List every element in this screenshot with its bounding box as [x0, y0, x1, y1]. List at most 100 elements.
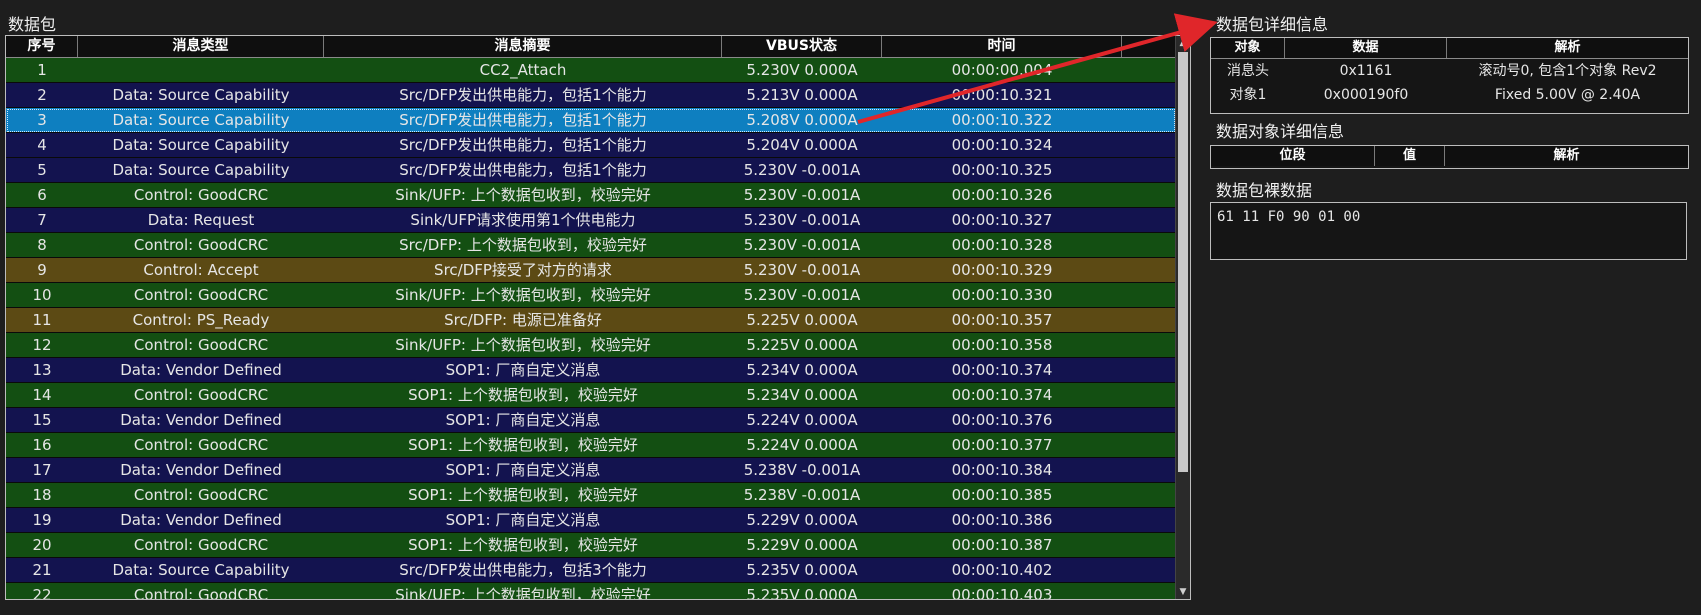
row-time: 00:00:10.322 — [951, 111, 1053, 129]
detail-row[interactable]: 消息头 0x1161 滚动号0, 包含1个对象 Rev2 — [1211, 59, 1688, 83]
row-summary: Sink/UFP: 上个数据包收到，校验完好 — [395, 336, 651, 354]
row-type: Control: GoodCRC — [133, 436, 269, 454]
packet-row[interactable]: 15 Data: Vendor Defined SOP1: 厂商自定义消息 5.224… — [6, 408, 1176, 433]
raw-data-section-title: 数据包裸数据 — [1216, 181, 1313, 200]
row-vbus: 5.224V 0.000A — [746, 436, 858, 454]
column-header-time[interactable]: 时间 — [882, 36, 1122, 57]
object-header-value[interactable]: 值 — [1375, 146, 1445, 166]
packet-row[interactable]: 18 Control: GoodCRC SOP1: 上个数据包收到，校验完好 5.23… — [6, 483, 1176, 508]
row-type: Control: GoodCRC — [133, 536, 269, 554]
row-extra — [1122, 83, 1176, 107]
packet-rows: 1 CC2_Attach 5.230V 0.000A 00:00:00.004 2 Dat… — [6, 58, 1176, 599]
row-summary: Sink/UFP: 上个数据包收到，校验完好 — [395, 186, 651, 204]
row-no: 19 — [32, 511, 52, 529]
row-vbus: 5.235V 0.000A — [746, 586, 858, 599]
packet-row[interactable]: 9 Control: Accept Src/DFP接受了对方的请求 5.230V -0… — [6, 258, 1176, 283]
scroll-thumb[interactable] — [1178, 52, 1188, 472]
column-header-extra[interactable] — [1122, 36, 1176, 57]
packet-row[interactable]: 5 Data: Source Capability Src/DFP发出供电能力，包括… — [6, 158, 1176, 183]
row-time: 00:00:10.384 — [951, 461, 1053, 479]
row-time: 00:00:10.358 — [951, 336, 1053, 354]
row-no: 10 — [32, 286, 52, 304]
packet-row[interactable]: 8 Control: GoodCRC Src/DFP: 上个数据包收到，校验完好 5.… — [6, 233, 1176, 258]
packet-row[interactable]: 17 Data: Vendor Defined SOP1: 厂商自定义消息 5.238… — [6, 458, 1176, 483]
packet-table[interactable]: 序号 消息类型 消息摘要 VBUS状态 时间 1 CC2_Attach 5.230V… — [5, 35, 1191, 600]
detail-object: 对象1 — [1229, 87, 1267, 103]
column-header-no[interactable]: 序号 — [6, 36, 78, 57]
row-time: 00:00:10.329 — [951, 261, 1053, 279]
packet-row[interactable]: 2 Data: Source Capability Src/DFP发出供电能力，包括… — [6, 83, 1176, 108]
vertical-scrollbar[interactable]: ▲ ▼ — [1175, 36, 1190, 599]
row-type: Data: Source Capability — [112, 86, 290, 104]
row-type: Control: GoodCRC — [133, 486, 269, 504]
row-no: 2 — [37, 86, 47, 104]
scroll-down-icon[interactable]: ▼ — [1176, 585, 1190, 599]
row-no: 11 — [32, 311, 52, 329]
packet-row[interactable]: 16 Control: GoodCRC SOP1: 上个数据包收到，校验完好 5.22… — [6, 433, 1176, 458]
object-header-analysis[interactable]: 解析 — [1445, 146, 1688, 166]
row-no: 16 — [32, 436, 52, 454]
row-type: Data: Vendor Defined — [120, 411, 282, 429]
row-vbus: 5.225V 0.000A — [746, 311, 858, 329]
scroll-up-icon[interactable]: ▲ — [1176, 36, 1190, 50]
row-no: 20 — [32, 536, 52, 554]
row-no: 12 — [32, 336, 52, 354]
packet-row[interactable]: 10 Control: GoodCRC Sink/UFP: 上个数据包收到，校验完好… — [6, 283, 1176, 308]
packet-row[interactable]: 14 Control: GoodCRC SOP1: 上个数据包收到，校验完好 5.23… — [6, 383, 1176, 408]
detail-analysis: Fixed 5.00V @ 2.40A — [1494, 87, 1641, 103]
object-detail-table[interactable]: 位段 值 解析 — [1210, 145, 1689, 169]
row-summary: Sink/UFP请求使用第1个供电能力 — [410, 211, 636, 229]
row-no: 7 — [37, 211, 47, 229]
row-time: 00:00:10.374 — [951, 386, 1053, 404]
detail-table-header: 对象 数据 解析 — [1211, 38, 1688, 59]
packet-row[interactable]: 21 Data: Source Capability Src/DFP发出供电能力，包… — [6, 558, 1176, 583]
row-type: Data: Vendor Defined — [120, 361, 282, 379]
detail-table[interactable]: 对象 数据 解析 消息头 0x1161 滚动号0, 包含1个对象 Rev2 对象… — [1210, 37, 1689, 114]
packet-row[interactable]: 4 Data: Source Capability Src/DFP发出供电能力，包括… — [6, 133, 1176, 158]
row-extra — [1122, 308, 1176, 332]
row-type: Data: Source Capability — [112, 136, 290, 154]
packet-row[interactable]: 20 Control: GoodCRC SOP1: 上个数据包收到，校验完好 5.22… — [6, 533, 1176, 558]
packet-row[interactable]: 7 Data: Request Sink/UFP请求使用第1个供电能力 5.230V … — [6, 208, 1176, 233]
row-vbus: 5.213V 0.000A — [746, 86, 858, 104]
packet-row[interactable]: 6 Control: GoodCRC Sink/UFP: 上个数据包收到，校验完好 5… — [6, 183, 1176, 208]
row-extra — [1122, 58, 1176, 82]
row-time: 00:00:10.386 — [951, 511, 1053, 529]
row-extra — [1122, 533, 1176, 557]
packet-row[interactable]: 19 Data: Vendor Defined SOP1: 厂商自定义消息 5.229… — [6, 508, 1176, 533]
row-no: 15 — [32, 411, 52, 429]
detail-header-analysis[interactable]: 解析 — [1447, 38, 1688, 58]
raw-data-box[interactable]: 61 11 F0 90 01 00 — [1210, 202, 1687, 260]
row-type: Control: GoodCRC — [133, 186, 269, 204]
packet-row[interactable]: 3 Data: Source Capability Src/DFP发出供电能力，包括… — [6, 108, 1176, 133]
packet-row[interactable]: 22 Control: GoodCRC Sink/UFP: 上个数据包收到，校验完好… — [6, 583, 1176, 599]
row-vbus: 5.230V -0.001A — [743, 236, 861, 254]
detail-row[interactable]: 对象1 0x000190f0 Fixed 5.00V @ 2.40A — [1211, 83, 1688, 107]
row-time: 00:00:10.328 — [951, 236, 1053, 254]
row-no: 13 — [32, 361, 52, 379]
row-extra — [1122, 333, 1176, 357]
packet-row[interactable]: 1 CC2_Attach 5.230V 0.000A 00:00:00.004 — [6, 58, 1176, 83]
packet-row[interactable]: 11 Control: PS_Ready Src/DFP: 电源已准备好 5.225V… — [6, 308, 1176, 333]
row-summary: SOP1: 厂商自定义消息 — [445, 411, 601, 429]
row-type: Data: Source Capability — [112, 161, 290, 179]
row-type — [78, 58, 324, 82]
column-header-type[interactable]: 消息类型 — [78, 36, 324, 57]
row-summary: SOP1: 厂商自定义消息 — [445, 461, 601, 479]
row-time: 00:00:00.004 — [951, 61, 1053, 79]
packet-row[interactable]: 13 Data: Vendor Defined SOP1: 厂商自定义消息 5.234… — [6, 358, 1176, 383]
packet-table-header: 序号 消息类型 消息摘要 VBUS状态 时间 — [6, 36, 1176, 58]
detail-header-object[interactable]: 对象 — [1211, 38, 1285, 58]
row-extra — [1122, 408, 1176, 432]
packet-section-title: 数据包 — [8, 15, 57, 34]
detail-header-data[interactable]: 数据 — [1285, 38, 1447, 58]
row-summary: SOP1: 上个数据包收到，校验完好 — [408, 386, 638, 404]
packet-row[interactable]: 12 Control: GoodCRC Sink/UFP: 上个数据包收到，校验完好… — [6, 333, 1176, 358]
column-header-vbus[interactable]: VBUS状态 — [722, 36, 882, 57]
object-header-position[interactable]: 位段 — [1211, 146, 1375, 166]
row-no: 17 — [32, 461, 52, 479]
row-vbus: 5.230V -0.001A — [743, 161, 861, 179]
detail-data: 0x1161 — [1339, 63, 1393, 79]
column-header-summary[interactable]: 消息摘要 — [324, 36, 722, 57]
row-no: 9 — [37, 261, 47, 279]
